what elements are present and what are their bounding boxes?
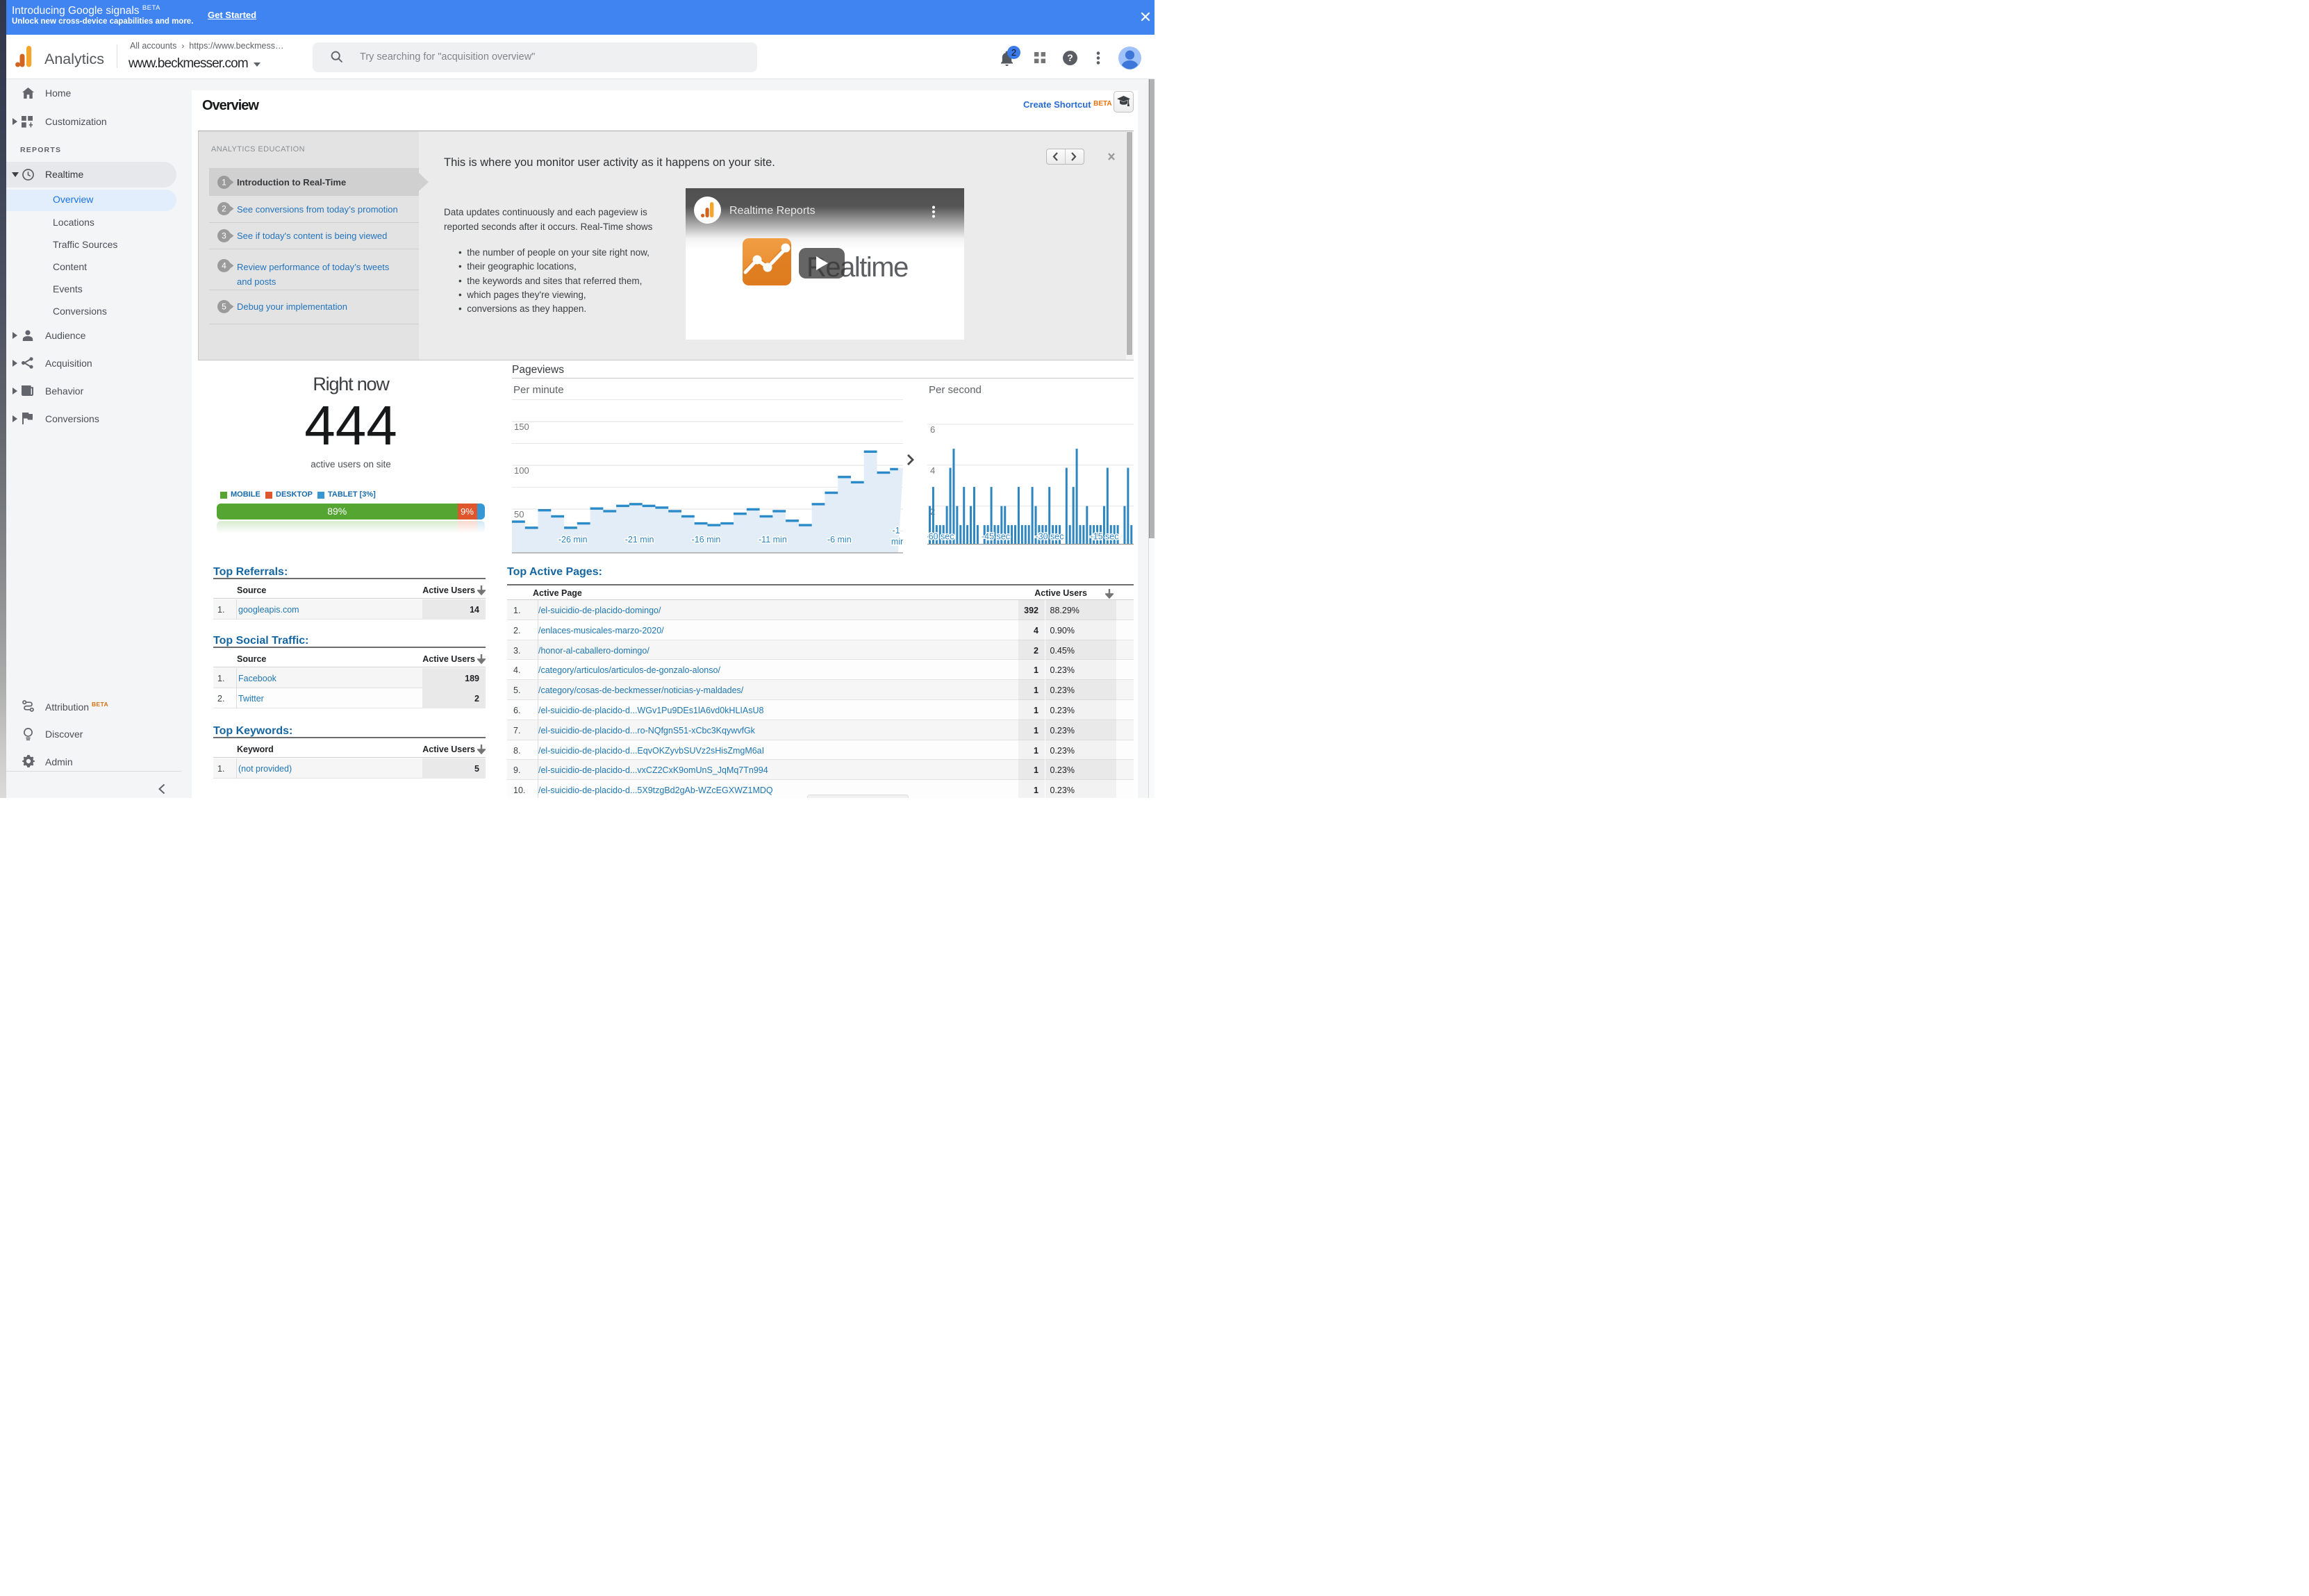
svg-text:4: 4	[930, 465, 935, 476]
svg-text:-11 min: -11 min	[759, 535, 787, 545]
svg-text:100: 100	[514, 465, 529, 476]
svg-text:-45 sec: -45 sec	[982, 532, 1010, 542]
svg-text:150: 150	[514, 422, 529, 432]
svg-text:6: 6	[930, 424, 935, 435]
svg-text:50: 50	[514, 509, 524, 519]
svg-text:4: 4	[222, 261, 226, 271]
svg-text:-30 sec: -30 sec	[1036, 532, 1064, 542]
svg-text:-21 min: -21 min	[625, 535, 654, 545]
svg-text:min: min	[891, 537, 903, 547]
svg-text:-16 min: -16 min	[692, 535, 721, 545]
svg-text:-6 min: -6 min	[827, 535, 852, 545]
svg-text:3: 3	[222, 231, 226, 240]
svg-text:-26 min: -26 min	[558, 535, 588, 545]
svg-text:2: 2	[222, 204, 226, 214]
svg-text:1: 1	[222, 177, 226, 187]
svg-text:-15 sec: -15 sec	[1091, 532, 1119, 542]
svg-text:5: 5	[222, 301, 226, 311]
svg-text:-60 sec: -60 sec	[927, 532, 954, 542]
svg-text:-1: -1	[892, 526, 900, 535]
